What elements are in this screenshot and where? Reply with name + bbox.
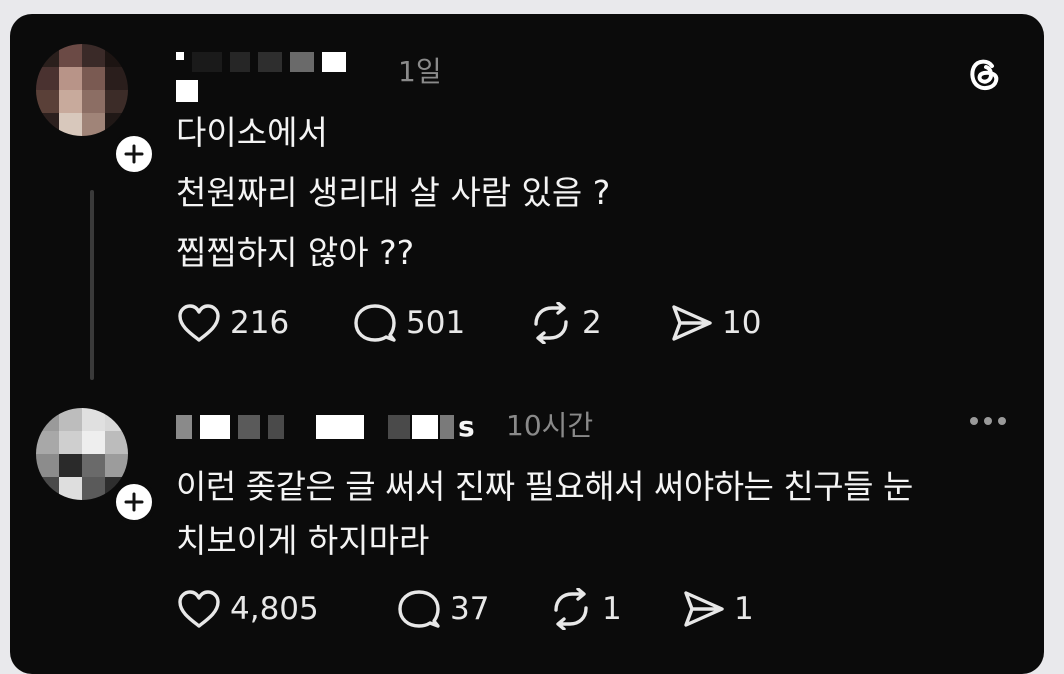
like-count: 216	[230, 305, 290, 341]
repost-button[interactable]: 2	[528, 302, 668, 344]
share-button[interactable]: 10	[668, 302, 808, 344]
reply-text-line-1: 이런 좆같은 글 써서 진짜 필요해서 써야하는 친구들 눈	[176, 467, 913, 506]
thread-card: 1일 다이소에서 천원짜리 생리대 살 사람 있음 ? 찝찝하지 않아 ?? 2…	[10, 14, 1044, 674]
share-count: 1	[734, 591, 754, 627]
post-author-username-censored[interactable]	[176, 52, 354, 72]
reply-author-username-censored[interactable]: s	[176, 410, 475, 443]
post-text-line-2: 천원짜리 생리대 살 사람 있음 ?	[176, 173, 611, 212]
reply-button[interactable]: 501	[352, 302, 528, 344]
reply-username-tail: s	[458, 410, 475, 443]
threads-logo-icon[interactable]	[964, 54, 1004, 94]
reply-count: 501	[406, 305, 466, 341]
like-button[interactable]: 216	[176, 302, 352, 344]
share-count: 10	[722, 305, 762, 341]
send-icon	[672, 305, 712, 341]
repost-count: 1	[602, 591, 622, 627]
more-icon-dot	[970, 417, 978, 425]
reply-actions-bar: 4,805 37 1 1	[176, 588, 800, 630]
heart-icon	[178, 590, 220, 628]
follow-plus-button[interactable]	[112, 132, 156, 176]
plus-icon	[124, 144, 144, 164]
plus-icon	[124, 492, 144, 512]
post-author-avatar[interactable]	[36, 44, 128, 136]
repost-count: 2	[582, 305, 602, 341]
more-options-button[interactable]	[970, 417, 1006, 425]
like-button[interactable]: 4,805	[176, 588, 396, 630]
reply-text-line-2: 치보이게 하지마라	[176, 521, 430, 560]
post-text-line-1: 다이소에서	[176, 113, 328, 152]
username-censor-block	[176, 80, 198, 102]
reply-button[interactable]: 37	[396, 588, 548, 630]
repost-icon	[534, 302, 568, 344]
reply-count: 37	[450, 591, 490, 627]
comment-icon	[398, 590, 440, 628]
repost-icon	[554, 588, 588, 630]
post-actions-bar: 216 501 2 10	[176, 302, 808, 344]
post-text-line-3: 찝찝하지 않아 ??	[176, 233, 415, 272]
more-icon-dot	[984, 417, 992, 425]
follow-plus-button[interactable]	[112, 480, 156, 524]
heart-icon	[178, 304, 220, 342]
share-button[interactable]: 1	[680, 588, 800, 630]
reply-author-avatar[interactable]	[36, 408, 128, 500]
comment-icon	[354, 304, 396, 342]
reply-timestamp: 10시간	[506, 409, 594, 442]
more-icon-dot	[998, 417, 1006, 425]
repost-button[interactable]: 1	[548, 588, 680, 630]
post-timestamp: 1일	[398, 55, 442, 88]
like-count: 4,805	[230, 591, 319, 627]
thread-connector-line	[90, 190, 94, 380]
send-icon	[684, 591, 724, 627]
